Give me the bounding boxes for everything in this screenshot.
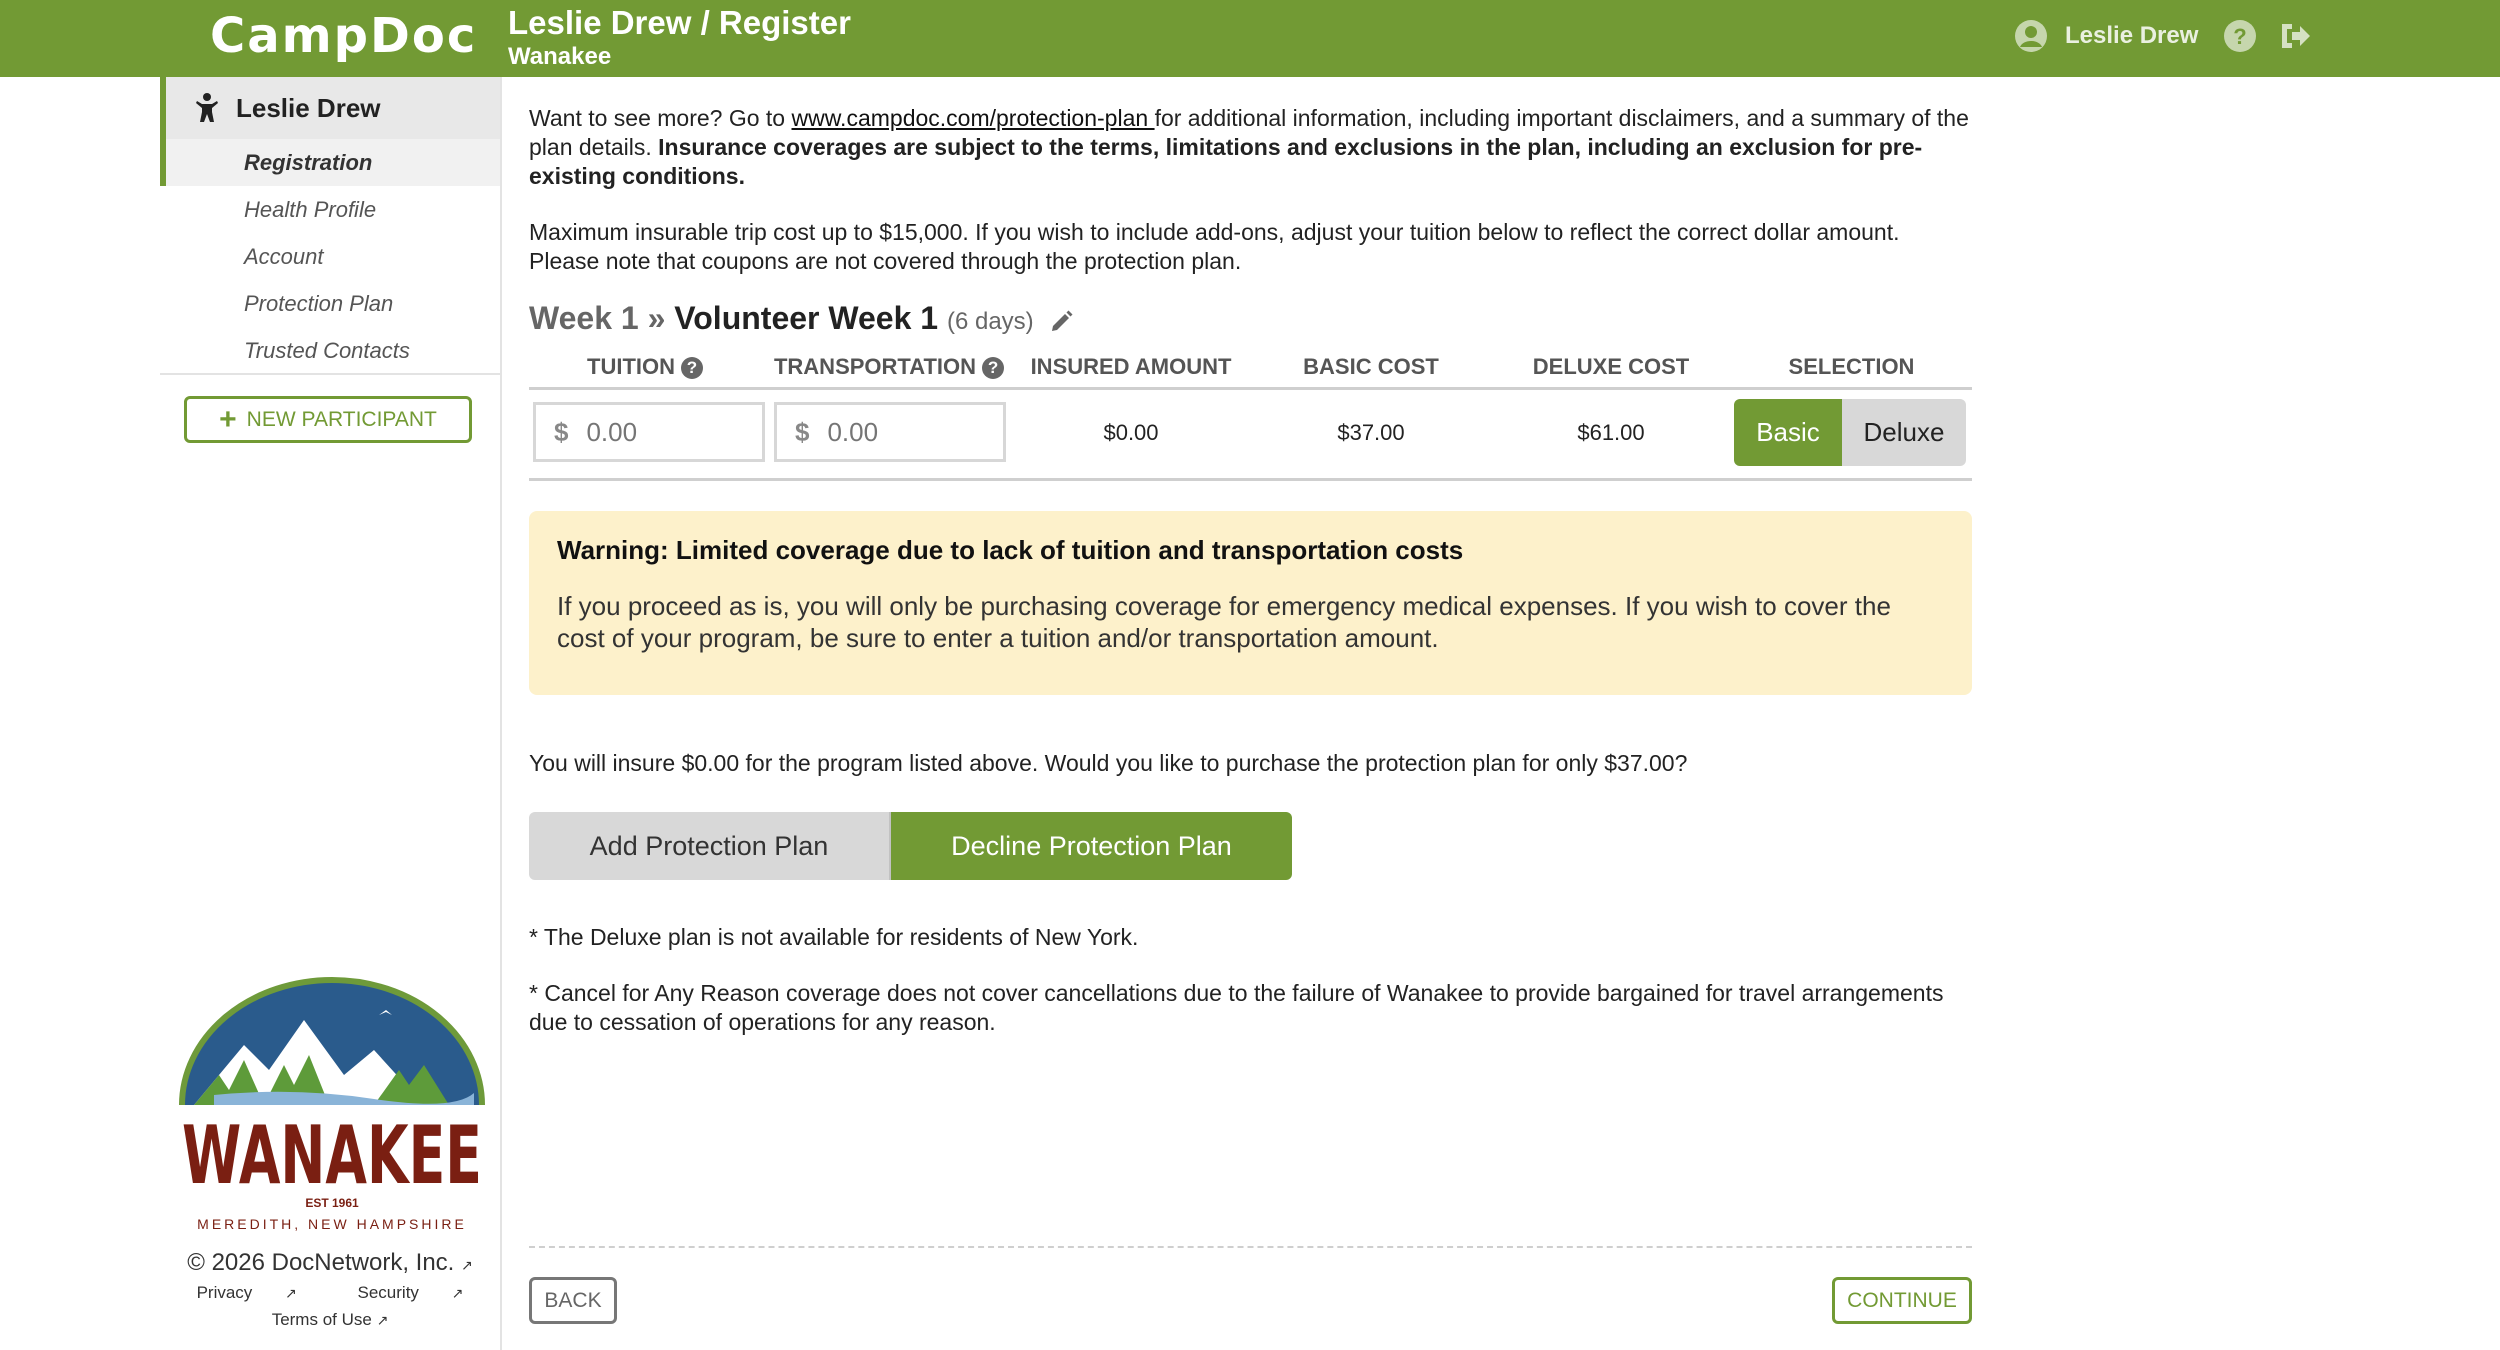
external-link-icon: ↗ xyxy=(285,1285,297,1301)
copyright-text: © 2026 DocNetwork, Inc. xyxy=(187,1249,455,1276)
wanakee-camp-logo: WANAKEE EST 1961 MEREDITH, NEW HAMPSHIRE xyxy=(179,977,485,1232)
sidebar: Leslie Drew Registration Health Profile … xyxy=(160,77,502,1350)
basic-cost-value: $37.00 xyxy=(1337,420,1405,445)
basic-cost-header: BASIC COST xyxy=(1303,354,1439,379)
pencil-edit-icon[interactable] xyxy=(1049,308,1075,334)
user-avatar-icon[interactable] xyxy=(2015,20,2047,52)
sidebar-item-trusted-contacts[interactable]: Trusted Contacts xyxy=(160,327,500,374)
selection-header: SELECTION xyxy=(1788,354,1915,379)
privacy-link-label: Privacy xyxy=(196,1283,253,1302)
transportation-help-icon[interactable]: ? xyxy=(982,357,1005,379)
participant-header[interactable]: Leslie Drew xyxy=(160,77,500,139)
continue-button[interactable]: CONTINUE xyxy=(1832,1277,1972,1324)
cost-table: TUITION? TRANSPORTATION? INSURED AMOUNT … xyxy=(529,352,1972,481)
back-button[interactable]: BACK xyxy=(529,1277,617,1324)
security-link-label: Security xyxy=(357,1283,419,1302)
warning-title: Warning: Limited coverage due to lack of… xyxy=(557,535,1464,565)
deluxe-cost-value: $61.00 xyxy=(1577,420,1645,445)
table-row: $ $ $0.00 $37.00 $61.00 Basic Deluxe xyxy=(529,390,1972,481)
basic-option-button[interactable]: Basic xyxy=(1734,399,1842,466)
footer-links: Privacy ↗ Security ↗ xyxy=(160,1283,500,1303)
deluxe-option-button[interactable]: Deluxe xyxy=(1842,399,1966,466)
insured-amount-value: $0.00 xyxy=(1103,420,1159,445)
external-link-icon: ↗ xyxy=(451,1285,464,1301)
transportation-header-label: TRANSPORTATION xyxy=(773,354,977,379)
plan-selection-toggle: Basic Deluxe xyxy=(1734,399,1966,466)
protection-plan-link[interactable]: www.campdoc.com/protection-plan xyxy=(792,105,1155,131)
svg-text:?: ? xyxy=(2234,24,2247,49)
sidebar-item-health-profile[interactable]: Health Profile xyxy=(160,186,500,233)
tuition-header-label: TUITION xyxy=(587,354,675,379)
week-name: Volunteer Week 1 xyxy=(674,300,939,336)
footer-divider xyxy=(529,1246,1972,1248)
sidebar-item-registration[interactable]: Registration xyxy=(160,139,500,186)
deluxe-cost-header: DELUXE COST xyxy=(1532,354,1690,379)
dollar-icon: $ xyxy=(554,416,569,447)
terms-link[interactable]: Terms of Use ↗ xyxy=(272,1310,389,1329)
external-link-icon: ↗ xyxy=(461,1257,473,1273)
decline-protection-plan-button[interactable]: Decline Protection Plan xyxy=(891,812,1292,880)
footer-links-terms: Terms of Use ↗ xyxy=(160,1310,500,1330)
week-prefix: Week 1 xyxy=(529,300,639,336)
week-title: Week 1 » Volunteer Week 1 (6 days) xyxy=(529,300,1075,337)
max-cost-note: Maximum insurable trip cost up to $15,00… xyxy=(529,219,1900,274)
participant-name: Leslie Drew xyxy=(236,92,381,123)
sidebar-item-account[interactable]: Account xyxy=(160,233,500,280)
intro-text-start: Want to see more? Go to xyxy=(529,105,792,131)
intro-disclaimer: Insurance coverages are subject to the t… xyxy=(529,134,1923,189)
page-title: Leslie Drew / Register xyxy=(508,4,851,41)
sidebar-nav: Registration Health Profile Account Prot… xyxy=(160,139,500,374)
logo-location: MEREDITH, NEW HAMPSHIRE xyxy=(197,1216,467,1232)
page-subtitle: Wanakee xyxy=(508,43,612,70)
user-menu: Leslie Drew ? xyxy=(2015,18,2312,54)
campdoc-logo[interactable]: CampDoc xyxy=(210,8,477,64)
child-icon xyxy=(196,93,218,122)
warning-body: If you proceed as is, you will only be p… xyxy=(557,591,1891,653)
top-navbar: CampDoc Leslie Drew / Register Wanakee L… xyxy=(0,0,2500,77)
help-icon[interactable]: ? xyxy=(2224,20,2257,52)
plan-decision-buttons: Add Protection Plan Decline Protection P… xyxy=(529,812,1292,880)
copyright[interactable]: © 2026 DocNetwork, Inc. ↗ xyxy=(160,1249,500,1277)
logo-established: EST 1961 xyxy=(305,1196,359,1210)
user-name-link[interactable]: Leslie Drew xyxy=(2065,22,2198,50)
plus-icon: + xyxy=(219,402,237,436)
coverage-warning: Warning: Limited coverage due to lack of… xyxy=(529,511,1972,695)
logout-icon[interactable] xyxy=(2278,20,2312,52)
transportation-header: TRANSPORTATION? xyxy=(769,354,1009,380)
security-link[interactable]: Security ↗ xyxy=(344,1283,478,1302)
insured-amount-header: INSURED AMOUNT xyxy=(1030,354,1232,379)
privacy-link[interactable]: Privacy ↗ xyxy=(183,1283,311,1302)
sidebar-item-protection-plan[interactable]: Protection Plan xyxy=(160,280,500,327)
tuition-input[interactable] xyxy=(586,416,737,448)
add-protection-plan-button[interactable]: Add Protection Plan xyxy=(529,812,891,880)
deluxe-note: * The Deluxe plan is not available for r… xyxy=(529,924,1139,950)
tuition-header: TUITION? xyxy=(529,354,761,380)
table-header-row: TUITION? TRANSPORTATION? INSURED AMOUNT … xyxy=(529,352,1972,390)
intro-paragraph: Want to see more? Go to www.campdoc.com/… xyxy=(529,104,1974,191)
transportation-input[interactable] xyxy=(827,416,978,448)
transportation-input-group: $ xyxy=(774,402,1006,462)
logo-wordmark: WANAKEE xyxy=(182,1109,482,1202)
external-link-icon: ↗ xyxy=(376,1312,389,1328)
sidebar-divider xyxy=(160,373,500,375)
new-participant-button[interactable]: + NEW PARTICIPANT xyxy=(184,396,472,443)
dollar-icon: $ xyxy=(795,416,810,447)
insure-question: You will insure $0.00 for the program li… xyxy=(529,750,1688,776)
tuition-input-group: $ xyxy=(533,402,765,462)
week-days: (6 days) xyxy=(946,308,1034,335)
tuition-help-icon[interactable]: ? xyxy=(681,357,703,379)
terms-link-label: Terms of Use xyxy=(271,1310,372,1329)
cancel-note: * Cancel for Any Reason coverage does no… xyxy=(529,980,1944,1035)
new-participant-label: NEW PARTICIPANT xyxy=(246,407,437,431)
week-separator: » xyxy=(647,300,666,336)
